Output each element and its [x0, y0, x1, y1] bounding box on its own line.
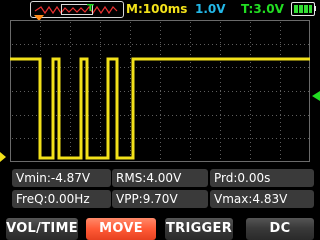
- period-value: Prd:0.00s: [214, 171, 271, 185]
- channel-trace: [10, 57, 310, 160]
- rms-value: RMS:4.00V: [116, 171, 182, 185]
- trigger-level-readout: T:3.0V: [241, 2, 284, 16]
- status-bar: T M:100ms 1.0V T:3.0V: [0, 0, 320, 20]
- vpp-value: VPP:9.70V: [116, 192, 178, 206]
- trigger-level-marker-icon[interactable]: [312, 91, 320, 101]
- overview-trigger-label: T: [87, 3, 94, 14]
- volts-per-div-readout: 1.0V: [195, 2, 226, 16]
- frequency-value: FreQ:0.00Hz: [16, 192, 90, 206]
- scope-display: [10, 20, 310, 162]
- move-button[interactable]: MOVE: [86, 218, 156, 240]
- vmin-value: Vmin:-4.87V: [16, 171, 91, 185]
- vmin-panel: Vmin:-4.87V: [12, 169, 111, 187]
- waveform-overview[interactable]: T: [30, 1, 124, 18]
- vpp-panel: VPP:9.70V: [112, 190, 208, 208]
- grid-dots: [12, 22, 309, 159]
- vmax-panel: Vmax:4.83V: [210, 190, 314, 208]
- vol-time-button[interactable]: VOL/TIME: [6, 218, 78, 240]
- battery-full-icon: [291, 2, 315, 16]
- vmax-value: Vmax:4.83V: [214, 192, 288, 206]
- rms-panel: RMS:4.00V: [112, 169, 208, 187]
- channel-zero-marker-icon[interactable]: [0, 152, 10, 162]
- trigger-button[interactable]: TRIGGER: [165, 218, 233, 240]
- coupling-button[interactable]: DC: [246, 218, 314, 240]
- period-panel: Prd:0.00s: [210, 169, 314, 187]
- timebase-readout: M:100ms: [126, 2, 188, 16]
- frequency-panel: FreQ:0.00Hz: [12, 190, 111, 208]
- battery-tip: [314, 6, 316, 11]
